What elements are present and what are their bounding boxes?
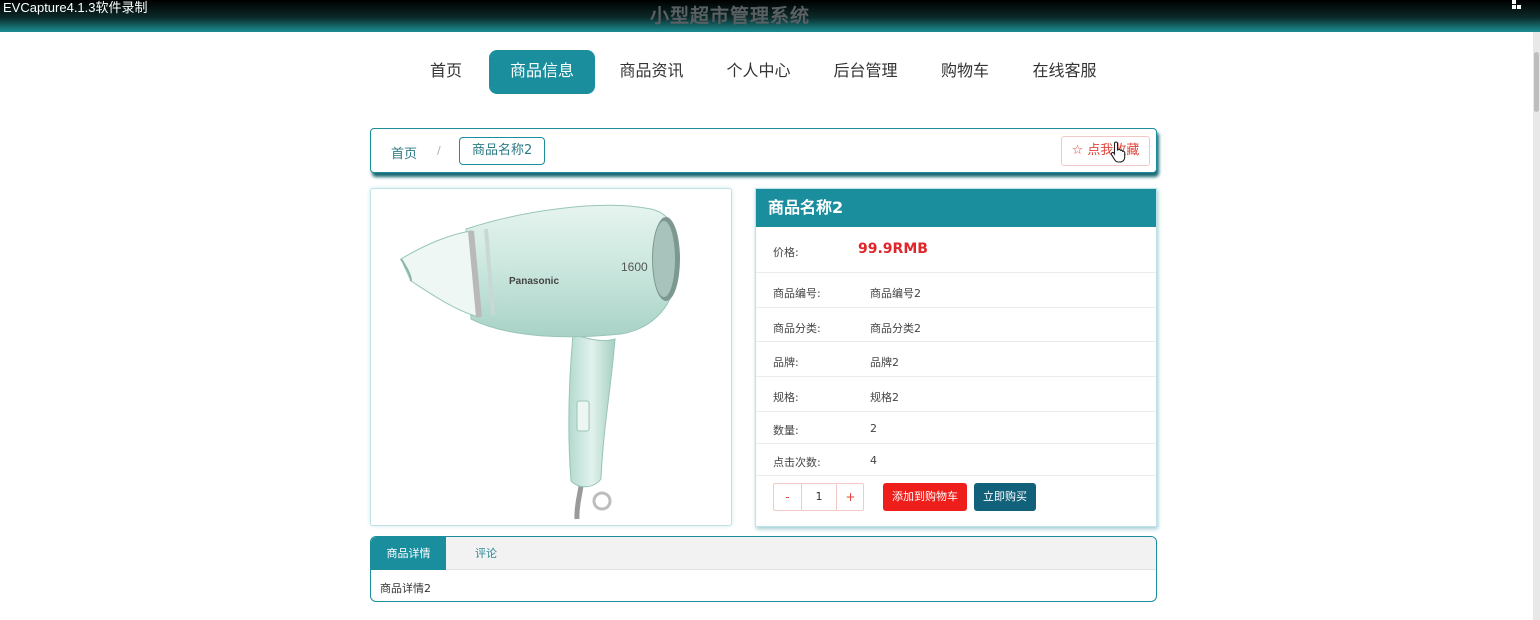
breadcrumb: 首页 / 商品名称2 ☆ 点我收藏 [370,128,1157,173]
nav-item-product-info[interactable]: 商品信息 [489,50,595,94]
nav-item-online-service[interactable]: 在线客服 [1022,50,1107,94]
quantity-minus-button[interactable]: - [774,484,802,510]
tab-bar: 商品详情 评论 [371,537,1156,570]
field-label: 数量: [773,424,799,437]
add-to-cart-button[interactable]: 添加到购物车 [883,483,967,511]
field-value: 2 [870,422,877,435]
breadcrumb-separator: / [437,144,441,157]
image-power-text: 1600 [621,260,648,274]
field-value: 商品编号2 [870,287,921,300]
scroll-thumb[interactable] [1534,52,1539,112]
system-title: 小型超市管理系统 [650,5,811,27]
favorite-button[interactable]: ☆ 点我收藏 [1061,136,1150,166]
field-value: 4 [870,454,877,467]
field-label: 点击次数: [773,456,821,469]
quantity-stepper: - + [773,483,864,511]
quantity-input[interactable] [802,484,836,510]
price-row: 价格: 99.9RMB [756,227,1156,273]
hair-dryer-image: Panasonic 1600 [400,204,680,520]
product-info-panel: 商品名称2 价格: 99.9RMB 商品编号: 商品编号2 商品分类: 商品分类… [755,188,1157,527]
tab-comments[interactable]: 评论 [461,537,511,570]
nav-item-product-news[interactable]: 商品资讯 [609,50,694,94]
nav-item-personal-center[interactable]: 个人中心 [716,50,801,94]
detail-row: 品牌: 品牌2 [756,342,1156,377]
grip-icon[interactable] [1512,0,1522,9]
detail-row: 点击次数: 4 [756,444,1156,476]
image-brand-text: Panasonic [509,276,559,287]
recorder-label: EVCapture4.1.3软件录制 [3,0,148,15]
hand-cursor-icon [1110,141,1126,163]
field-label: 商品编号: [773,287,821,300]
field-value: 商品分类2 [870,322,921,335]
price-label: 价格: [773,246,799,259]
field-value: 品牌2 [870,356,899,369]
tab-product-details[interactable]: 商品详情 [371,537,446,570]
field-label: 规格: [773,391,799,404]
buy-now-button[interactable]: 立即购买 [974,483,1036,511]
field-label: 品牌: [773,356,799,369]
breadcrumb-current[interactable]: 商品名称2 [459,137,546,165]
title-bar: EVCapture4.1.3软件录制 小型超市管理系统 [0,0,1540,32]
detail-tabs: 商品详情 评论 商品详情2 [370,536,1157,602]
detail-row: 规格: 规格2 [756,377,1156,412]
nav-item-cart[interactable]: 购物车 [930,50,1000,94]
field-value: 规格2 [870,391,899,404]
nav-item-home[interactable]: 首页 [418,50,474,94]
product-image: Panasonic 1600 [370,188,732,526]
product-name: 商品名称2 [756,189,1156,227]
detail-row: 数量: 2 [756,412,1156,444]
field-label: 商品分类: [773,322,821,335]
quantity-plus-button[interactable]: + [836,484,864,510]
page-scrollbar[interactable] [1533,32,1540,620]
main-nav: 首页 商品信息 商品资讯 个人中心 后台管理 购物车 在线客服 [0,50,1533,94]
detail-row: 商品编号: 商品编号2 [756,273,1156,308]
tab-content: 商品详情2 [380,582,431,595]
nav-item-admin[interactable]: 后台管理 [823,50,908,94]
detail-row: 商品分类: 商品分类2 [756,308,1156,342]
breadcrumb-home[interactable]: 首页 [391,143,417,162]
price-value: 99.9RMB [858,241,928,257]
